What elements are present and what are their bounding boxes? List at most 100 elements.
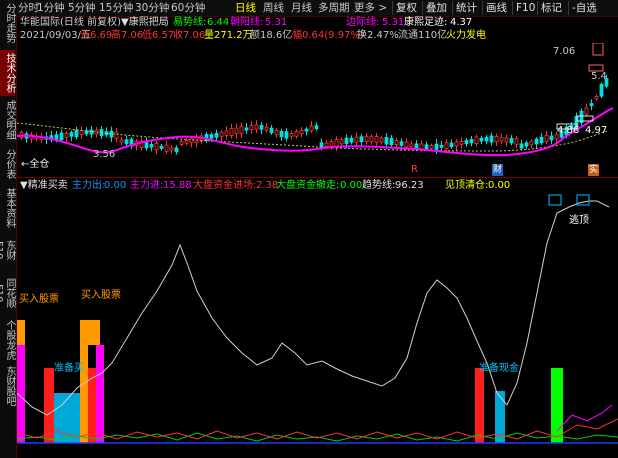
candle-body <box>484 136 489 142</box>
toolbar-button-3[interactable]: 画线 <box>486 1 507 15</box>
side-tab-7[interactable]: 个股龙虎 <box>0 318 15 362</box>
toolbar-separator <box>537 1 538 15</box>
period-tab-10[interactable]: 更多 > <box>354 1 387 15</box>
candle-body <box>349 137 354 143</box>
candle-body <box>499 137 504 142</box>
jianding-label: 见顶清仓: <box>445 180 489 191</box>
stock-title: 华能国际(日线 前复权) <box>20 17 121 28</box>
period-tab-5[interactable]: 60分钟 <box>171 1 205 15</box>
candle-body <box>339 139 344 145</box>
buy-signal-label-1: 买入股票 <box>19 293 59 305</box>
toolbar-button-1[interactable]: 叠加 <box>426 1 447 15</box>
toolbar-separator <box>482 1 483 15</box>
candle-body <box>379 137 384 143</box>
chaoyang-value: 5.31 <box>265 17 288 28</box>
concept-tag[interactable]: 火力发电 <box>446 30 486 42</box>
period-tab-1[interactable]: 1分钟 <box>37 1 65 15</box>
candle-body <box>64 133 69 138</box>
candle-body <box>424 144 429 150</box>
candle-body <box>169 147 174 151</box>
side-tab-6[interactable]: 同花顺F10 <box>0 270 15 316</box>
side-tab-5[interactable]: 东财F10 <box>0 232 15 268</box>
dapan-che-label: 大盘资金撤走: <box>276 180 340 191</box>
toolbar-separator <box>452 1 453 15</box>
candle-body <box>599 83 604 97</box>
candle-body <box>299 130 304 135</box>
side-tab-1[interactable]: 技术分析 <box>0 50 15 96</box>
candle-body <box>224 130 229 136</box>
chaoyang-label: 朝阳线: <box>230 17 264 28</box>
bar-high: 高7.06 <box>111 30 144 41</box>
candle-body <box>254 124 259 130</box>
candle-body <box>264 126 269 131</box>
candle-body <box>329 141 334 147</box>
candle-body <box>504 137 509 143</box>
candle-body <box>279 131 284 138</box>
toolbar-button-6[interactable]: -自选 <box>572 1 597 15</box>
prepare-buy-label: 准备买 <box>54 361 84 374</box>
toolbar-separator <box>512 1 513 15</box>
candle-body <box>249 125 254 130</box>
signal-bar-orange <box>88 320 100 345</box>
pane-divider[interactable] <box>17 177 618 178</box>
candle-body <box>119 139 124 143</box>
side-tab-4[interactable]: 基本资料 <box>0 186 15 230</box>
buy-sell-indicator-chart[interactable]: 买入股票 买入股票 准备买 准备现金 逃顶 <box>17 193 618 455</box>
signal-bar-cyan <box>54 393 80 443</box>
full-position-label: ←全仓 <box>21 157 49 170</box>
kangxi-value: 4.37 <box>450 17 473 28</box>
candle-body <box>239 125 244 134</box>
candle-body <box>294 130 299 137</box>
candle-body <box>454 141 459 147</box>
zhuli-chu-label: 主力出: <box>72 180 106 191</box>
candle-body <box>389 138 394 146</box>
candle-body <box>334 139 339 147</box>
dapan-jin-value: 2.38 <box>256 180 279 191</box>
event-marker[interactable]: 实 <box>588 164 600 176</box>
candle-body <box>404 141 409 148</box>
candle-body <box>464 139 469 144</box>
toolbar-separator <box>392 1 393 15</box>
period-tab-7[interactable]: 周线 <box>263 1 284 15</box>
finance-marker[interactable]: 财 <box>492 164 504 176</box>
side-tab-2[interactable]: 成交明细 <box>0 98 15 142</box>
bianjie-label: 边际线: <box>346 17 380 28</box>
candle-body <box>539 136 544 144</box>
toolbar-button-4[interactable]: F10 <box>516 1 535 15</box>
candle-body <box>234 127 239 135</box>
toolbar-button-0[interactable]: 复权 <box>396 1 417 15</box>
period-tab-8[interactable]: 月线 <box>291 1 312 15</box>
bar-change: 幅0.64(9.97%) <box>292 30 364 41</box>
indicator-name[interactable]: ▼精准买卖 <box>20 180 68 192</box>
candlestick-chart[interactable]: 7.06 5.4 3.56 ←全仓 4.86 4.97 <box>17 43 618 173</box>
period-tab-9[interactable]: 多周期 <box>318 1 350 15</box>
candle-body <box>229 128 234 136</box>
period-tab-0[interactable]: 分时 <box>18 1 39 15</box>
candle-body <box>519 143 524 149</box>
candle-body <box>114 131 119 139</box>
candle-body <box>179 141 184 145</box>
side-tab-3[interactable]: 分价表 <box>0 144 15 184</box>
candle-body <box>209 134 214 139</box>
period-tab-4[interactable]: 30分钟 <box>135 1 169 15</box>
escape-top-label: 逃顶 <box>569 213 589 226</box>
indicator-selector[interactable]: ▼康熙把局 <box>121 17 169 29</box>
candle-body <box>444 142 449 149</box>
signal-bar-green <box>551 368 563 443</box>
high-level-box <box>592 43 604 56</box>
toolbar-button-2[interactable]: 统计 <box>456 1 477 15</box>
candle-body <box>354 136 359 143</box>
toolbar-separator <box>422 1 423 15</box>
period-tab-3[interactable]: 15分钟 <box>99 1 133 15</box>
candle-body <box>259 125 264 130</box>
side-tab-strip: 分时走势技术分析成交明细分价表基本资料东财F10 同花顺F10 个股龙虎东财股吧 <box>0 0 17 458</box>
period-tab-6[interactable]: 日线 <box>235 1 256 15</box>
candle-body <box>589 103 594 107</box>
candle-body <box>149 144 154 148</box>
period-tab-2[interactable]: 5分钟 <box>68 1 96 15</box>
bianjie-value: 5.31 <box>382 17 405 28</box>
side-tab-8[interactable]: 东财股吧 <box>0 364 15 408</box>
side-tab-0[interactable]: 分时走势 <box>0 0 15 46</box>
toolbar-button-5[interactable]: 标记 <box>541 1 562 15</box>
zhuli-jin-label: 主力进: <box>130 180 164 191</box>
